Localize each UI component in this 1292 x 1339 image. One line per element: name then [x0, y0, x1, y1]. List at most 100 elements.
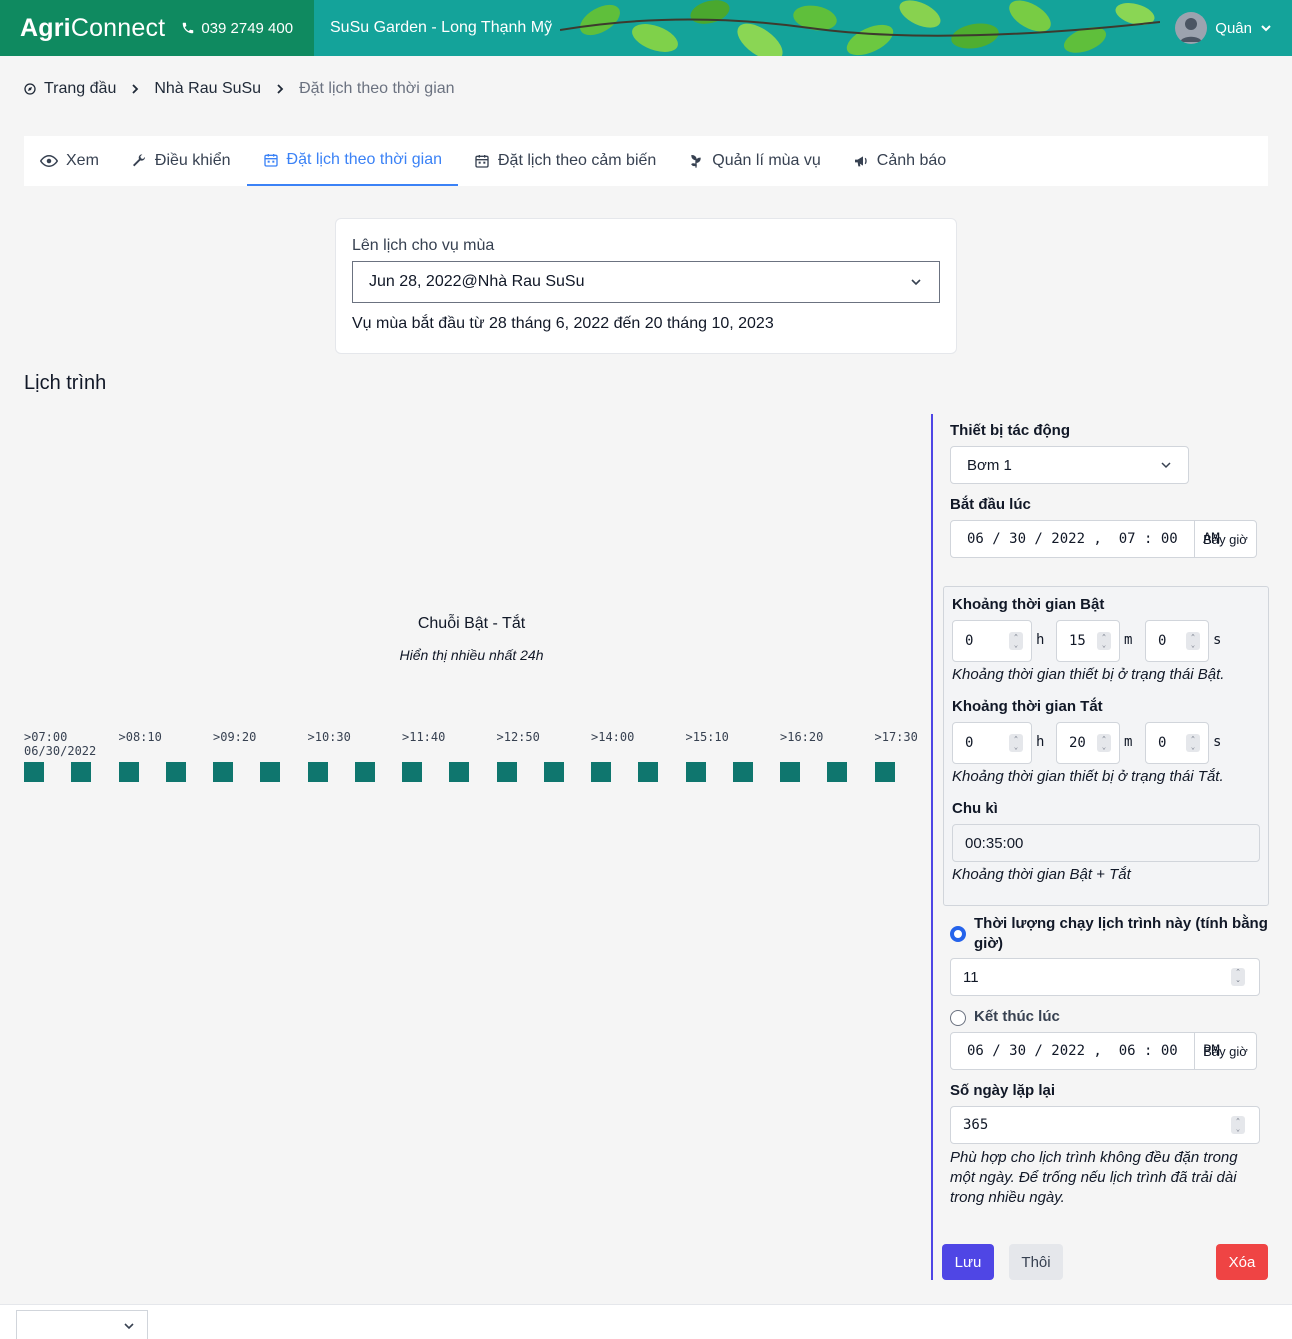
end-datetime-input[interactable]: 06 / 30 / 2022 , 06 : 00 PM Bây giờ	[950, 1032, 1257, 1070]
on-period-block	[827, 762, 848, 782]
start-now-button[interactable]: Bây giờ	[1194, 521, 1256, 557]
on-minutes-input[interactable]: 15 ⌃ ⌄	[1056, 620, 1120, 662]
spinner-icon[interactable]: ⌃ ⌄	[1097, 632, 1111, 650]
timeline-tick: >10:30	[307, 730, 351, 744]
cycle-label: Chu kì	[952, 800, 998, 817]
spinner-icon[interactable]: ⌃ ⌄	[1009, 734, 1023, 752]
tab-season-management[interactable]: Quản lí mùa vụ	[672, 136, 837, 186]
off-duration-label: Khoảng thời gian Tắt	[952, 698, 1103, 715]
on-period-block	[260, 762, 281, 782]
start-label: Bắt đầu lúc	[950, 496, 1031, 513]
spinner-icon[interactable]: ⌃ ⌄	[1097, 734, 1111, 752]
eye-icon	[40, 154, 58, 168]
repeat-days-input[interactable]: 365 ⌃ ⌄	[950, 1106, 1260, 1144]
delete-button[interactable]: Xóa	[1216, 1244, 1268, 1280]
timeline-tick: >09:20	[213, 730, 257, 744]
on-period-block	[165, 762, 186, 782]
on-period-block	[213, 762, 233, 782]
unit-hour: h	[1036, 632, 1045, 648]
on-period-block	[543, 762, 564, 782]
unit-minute: m	[1124, 734, 1133, 750]
chevron-right-icon	[277, 84, 284, 94]
on-period-block	[118, 762, 139, 782]
wrench-icon	[132, 154, 145, 167]
duration-hours-input[interactable]: 11 ⌃ ⌄	[950, 958, 1260, 996]
device-label: Thiết bị tác động	[950, 422, 1070, 439]
footer	[0, 1304, 1292, 1339]
timeline-tick: >14:00	[591, 730, 635, 744]
on-duration-note: Khoảng thời gian thiết bị ở trạng thái B…	[952, 666, 1225, 683]
start-datetime-input[interactable]: 06 / 30 / 2022 , 07 : 00 AM Bây giờ	[950, 520, 1257, 558]
unit-hour: h	[1036, 734, 1045, 750]
on-period-block	[638, 762, 659, 782]
device-select[interactable]: Bơm 1	[950, 446, 1189, 484]
off-seconds-input[interactable]: 0 ⌃ ⌄	[1145, 722, 1209, 764]
repeat-days-label: Số ngày lặp lại	[950, 1082, 1056, 1099]
breadcrumb-home[interactable]: Trang đầu	[24, 80, 116, 98]
spinner-icon[interactable]: ⌃ ⌄	[1186, 734, 1200, 752]
duration-radio[interactable]	[950, 926, 966, 942]
off-duration-note: Khoảng thời gian thiết bị ở trạng thái T…	[952, 768, 1224, 785]
brand-block: AgriConnect 039 2749 400	[0, 0, 314, 56]
cycle-note: Khoảng thời gian Bật + Tắt	[952, 866, 1131, 883]
chevron-down-icon	[1161, 462, 1171, 469]
timeline-tick: >08:10	[118, 730, 162, 744]
on-seconds-input[interactable]: 0 ⌃ ⌄	[1145, 620, 1209, 662]
sprout-icon	[691, 154, 701, 168]
chevron-down-icon	[124, 1323, 134, 1330]
avatar	[1175, 12, 1208, 44]
off-minutes-input[interactable]: 20 ⌃ ⌄	[1056, 722, 1120, 764]
season-label: Lên lịch cho vụ mùa	[352, 237, 495, 254]
on-period-block	[496, 762, 517, 782]
on-period-block	[591, 762, 611, 782]
off-hours-input[interactable]: 0 ⌃ ⌄	[952, 722, 1032, 764]
tab-view[interactable]: Xem	[24, 136, 115, 186]
spinner-icon[interactable]: ⌃ ⌄	[1231, 968, 1245, 986]
on-hours-input[interactable]: 0 ⌃ ⌄	[952, 620, 1032, 662]
tab-time-schedule[interactable]: Đặt lịch theo thời gian	[246, 136, 458, 186]
garden-name: SuSu Garden - Long Thạnh Mỹ	[330, 19, 553, 36]
phone-contact[interactable]: 039 2749 400	[181, 20, 293, 37]
season-card: Lên lịch cho vụ mùa Jun 28, 2022@Nhà Rau…	[335, 218, 957, 354]
tab-bar: Xem Điều khiển Đặt lịch theo thời gian Đ…	[24, 136, 1268, 186]
timeline-title: Chuỗi Bật - Tắt	[417, 615, 526, 632]
on-period-block	[402, 762, 422, 782]
leaves-banner-image	[560, 0, 1160, 56]
breadcrumb-farm[interactable]: Nhà Rau SuSu	[154, 80, 261, 98]
on-period-block	[685, 762, 706, 782]
on-off-timeline: Chuỗi Bật - Tắt Hiển thị nhiều nhất 24h …	[24, 410, 919, 810]
end-time-radio-label: Kết thúc lúc	[974, 1008, 1060, 1025]
timeline-tick: >16:20	[780, 730, 824, 744]
season-select[interactable]: Jun 28, 2022@Nhà Rau SuSu	[352, 261, 940, 303]
unit-minute: m	[1124, 632, 1133, 648]
spinner-icon[interactable]: ⌃ ⌄	[1186, 632, 1200, 650]
duration-radio-label: Thời lượng chạy lịch trình này (tính bằn…	[974, 915, 1268, 952]
on-period-block	[24, 762, 44, 782]
on-duration-label: Khoảng thời gian Bật	[952, 596, 1105, 613]
timeline-tick: >12:50	[496, 730, 540, 744]
tab-control[interactable]: Điều khiển	[115, 136, 247, 186]
chevron-down-icon	[1261, 25, 1271, 32]
language-select[interactable]	[16, 1310, 148, 1339]
user-menu[interactable]: Quân	[1175, 12, 1272, 44]
phone-icon	[183, 22, 194, 34]
timeline-tick: >07:00	[24, 730, 68, 744]
tab-alerts[interactable]: Cảnh báo	[837, 136, 962, 186]
breadcrumb: Trang đầu Nhà Rau SuSu Đặt lịch theo thờ…	[24, 80, 455, 98]
megaphone-icon	[854, 156, 867, 167]
app-logo[interactable]: AgriConnect	[20, 14, 165, 43]
save-button[interactable]: Lưu	[942, 1244, 994, 1280]
end-now-button[interactable]: Bây giờ	[1194, 1033, 1256, 1069]
spinner-icon[interactable]: ⌃ ⌄	[1231, 1116, 1245, 1134]
cancel-button[interactable]: Thôi	[1009, 1244, 1063, 1280]
spinner-icon[interactable]: ⌃ ⌄	[1009, 632, 1023, 650]
end-time-radio[interactable]	[950, 1010, 966, 1026]
top-header: AgriConnect 039 2749 400 SuSu Garden - L…	[0, 0, 1292, 56]
on-period-block	[780, 762, 800, 782]
timeline-tick: >17:30	[874, 730, 918, 744]
schedule-form: Thiết bị tác động Bơm 1 Bắt đầu lúc 06 /…	[931, 414, 1271, 1280]
timeline-date: 06/30/2022	[24, 744, 97, 758]
season-range: Vụ mùa bắt đầu từ 28 tháng 6, 2022 đến 2…	[352, 315, 774, 332]
compass-icon	[24, 83, 36, 95]
tab-sensor-schedule[interactable]: Đặt lịch theo cảm biến	[458, 136, 672, 186]
